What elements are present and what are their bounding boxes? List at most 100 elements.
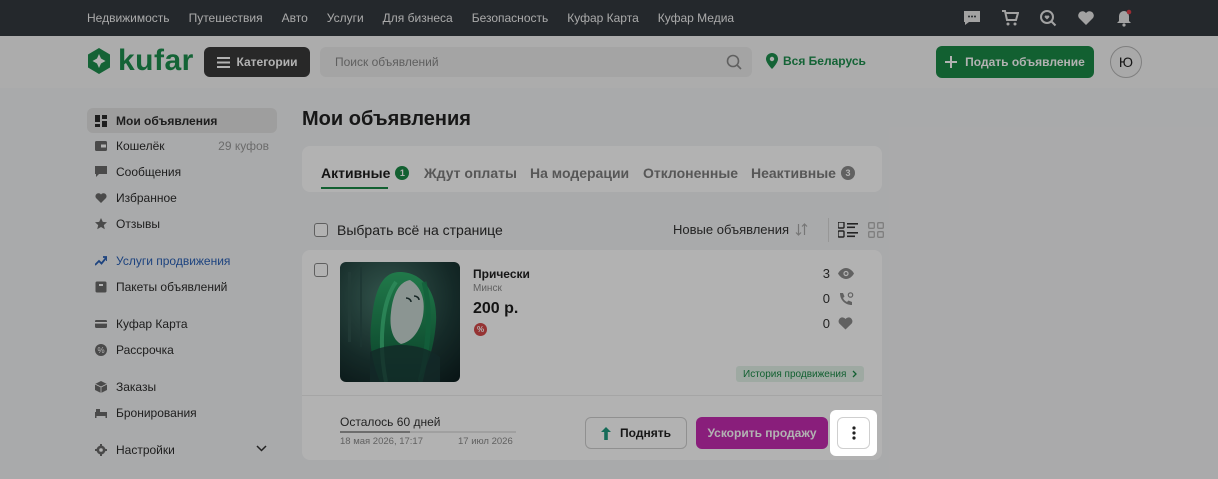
chat-icon[interactable] xyxy=(962,8,982,28)
avatar[interactable]: Ю xyxy=(1110,46,1142,78)
categories-button[interactable]: Категории xyxy=(204,47,310,77)
ad-city: Минск xyxy=(473,283,502,294)
ad-title[interactable]: Прически xyxy=(473,267,530,281)
promotion-history-label: История продвижения xyxy=(743,368,847,380)
sidebar-item-wallet[interactable]: Кошелёк 29 куфов xyxy=(87,133,277,159)
sidebar-item-label: Кошелёк xyxy=(116,139,165,153)
sidebar-item-promotion-services[interactable]: Услуги продвижения xyxy=(87,248,277,274)
boost-sale-button[interactable]: Ускорить продажу xyxy=(696,417,828,449)
tab-moderation[interactable]: На модерации xyxy=(530,165,629,181)
boost-label: Ускорить продажу xyxy=(707,426,817,440)
select-all-checkbox[interactable] xyxy=(314,223,328,237)
package-icon xyxy=(95,281,107,293)
location-pin-icon xyxy=(766,53,778,69)
tab-badge: 1 xyxy=(395,166,410,180)
topnav-link-realty[interactable]: Недвижимость xyxy=(87,11,170,25)
post-ad-button[interactable]: Подать объявление xyxy=(936,46,1094,78)
search-heart-icon[interactable] xyxy=(1038,8,1058,28)
grid-view-icon[interactable] xyxy=(868,222,884,238)
tab-label: Активные xyxy=(321,165,391,181)
favorites-stat: 0 xyxy=(822,316,853,331)
select-all[interactable]: Выбрать всё на странице xyxy=(314,222,503,238)
heart-icon xyxy=(838,317,853,330)
tab-rejected[interactable]: Отклоненные xyxy=(643,165,738,181)
menu-icon xyxy=(216,56,230,68)
ad-photo[interactable] xyxy=(340,262,460,382)
sidebar-item-messages[interactable]: Сообщения xyxy=(87,159,277,185)
sidebar-item-label: Заказы xyxy=(116,380,157,394)
search-box xyxy=(320,47,752,77)
sidebar-item-label: Услуги продвижения xyxy=(116,254,231,268)
sidebar-item-kufar-card[interactable]: Куфар Карта xyxy=(87,311,277,337)
topnav-link-services[interactable]: Услуги xyxy=(327,11,364,25)
topnav-link-travel[interactable]: Путешествия xyxy=(189,11,263,25)
topnav-link-kufar-card[interactable]: Куфар Карта xyxy=(567,11,639,25)
tab-inactive[interactable]: Неактивные 3 xyxy=(751,165,855,181)
sidebar-item-orders[interactable]: Заказы xyxy=(87,374,277,400)
tab-label: Неактивные xyxy=(751,165,836,181)
tab-label: Ждут оплаты xyxy=(424,165,517,181)
svg-text:%: % xyxy=(97,346,104,355)
status-tabs: Активные 1 Ждут оплаты На модерации Откл… xyxy=(302,146,882,192)
sidebar-item-ad-packages[interactable]: Пакеты объявлений xyxy=(87,274,277,300)
sidebar-item-label: Настройки xyxy=(116,443,175,457)
sort-label: Новые объявления xyxy=(673,222,790,237)
raise-label: Поднять xyxy=(620,426,671,440)
sidebar-item-favorites[interactable]: Избранное xyxy=(87,185,277,211)
gear-icon xyxy=(95,444,107,456)
promotion-history-link[interactable]: История продвижения xyxy=(736,366,865,382)
views-stat: 3 xyxy=(822,266,854,281)
kufar-logo[interactable]: kufar xyxy=(86,44,194,77)
favorites-count: 0 xyxy=(822,316,830,331)
views-count: 3 xyxy=(822,266,830,281)
sidebar-item-my-ads[interactable]: Мои объявления xyxy=(87,108,277,133)
plus-icon xyxy=(945,56,958,68)
top-icons xyxy=(962,0,1134,36)
tab-awaiting-payment[interactable]: Ждут оплаты xyxy=(424,165,517,181)
sidebar-item-label: Бронирования xyxy=(116,406,197,420)
more-options-button[interactable] xyxy=(837,417,870,449)
logo-mark-icon xyxy=(88,48,110,74)
topnav-link-business[interactable]: Для бизнеса xyxy=(383,11,453,25)
sidebar-item-bookings[interactable]: Бронирования xyxy=(87,400,277,426)
discount-badge: % xyxy=(474,323,487,336)
top-navigation-bar: Недвижимость Путешествия Авто Услуги Для… xyxy=(0,0,1218,36)
raise-button[interactable]: Поднять xyxy=(585,417,687,449)
star-icon xyxy=(95,218,107,230)
divider xyxy=(828,218,829,242)
sidebar-item-label: Рассрочка xyxy=(116,343,174,357)
ad-checkbox[interactable] xyxy=(314,263,328,277)
list-toolbar: Выбрать всё на странице Новые объявления xyxy=(302,218,884,242)
topnav-link-kufar-media[interactable]: Куфар Медиа xyxy=(658,11,734,25)
sort-dropdown[interactable]: Новые объявления xyxy=(673,222,808,237)
trend-icon xyxy=(95,256,107,266)
tab-active[interactable]: Активные 1 xyxy=(321,165,410,181)
card-divider xyxy=(302,395,882,396)
site-header: kufar Категории Вся Беларусь Подать объя… xyxy=(0,36,1218,88)
sidebar-item-reviews[interactable]: Отзывы xyxy=(87,211,277,237)
topnav-link-safety[interactable]: Безопасность xyxy=(472,11,549,25)
search-icon[interactable] xyxy=(726,54,742,70)
heart-icon[interactable] xyxy=(1076,8,1096,28)
region-selector[interactable]: Вся Беларусь xyxy=(766,53,866,69)
dashboard-icon xyxy=(95,115,107,127)
list-view-icon[interactable] xyxy=(838,222,858,238)
post-ad-label: Подать объявление xyxy=(965,55,1085,69)
search-input[interactable] xyxy=(320,47,700,77)
remaining-days: Осталось 60 дней xyxy=(340,415,441,429)
select-all-label: Выбрать всё на странице xyxy=(337,222,503,238)
box-icon xyxy=(95,381,107,393)
sidebar-item-installment[interactable]: % Рассрочка xyxy=(87,337,277,363)
heart-icon xyxy=(95,193,107,203)
sidebar-item-label: Пакеты объявлений xyxy=(116,280,228,294)
card-icon xyxy=(95,320,107,328)
sidebar-item-settings[interactable]: Настройки xyxy=(87,437,277,463)
bell-icon[interactable] xyxy=(1114,8,1134,28)
chevron-down-icon[interactable] xyxy=(256,445,267,452)
logo-text: kufar xyxy=(118,44,194,77)
cart-icon[interactable] xyxy=(1000,8,1020,28)
topnav-link-auto[interactable]: Авто xyxy=(282,11,308,25)
